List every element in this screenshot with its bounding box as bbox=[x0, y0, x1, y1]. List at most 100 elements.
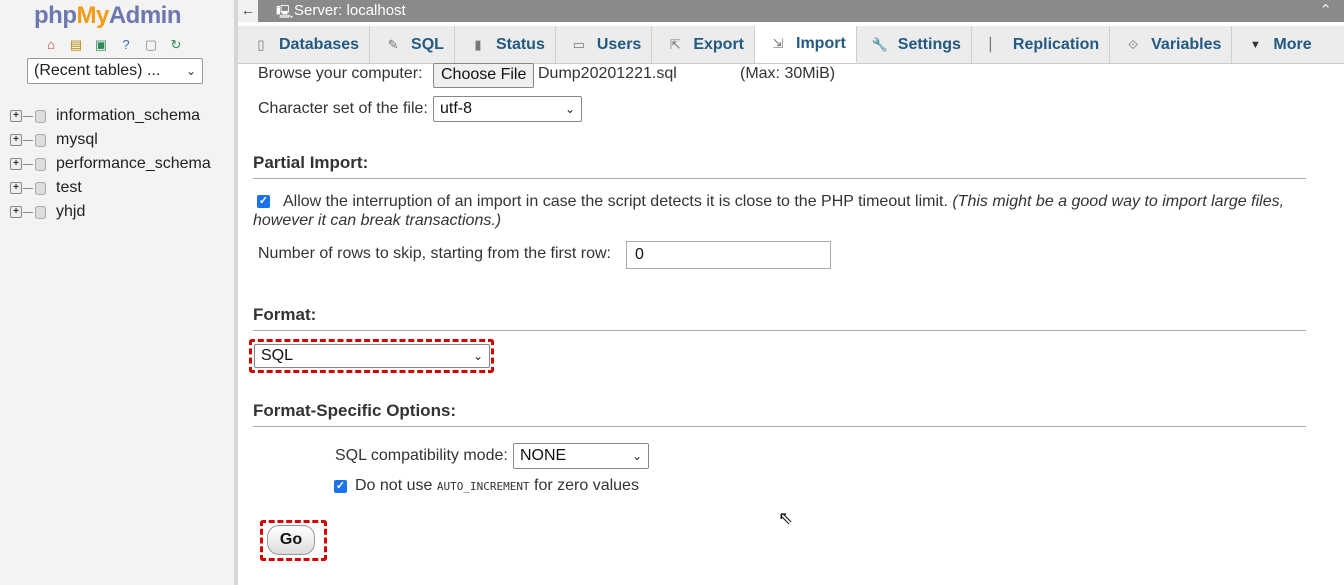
database-tree: + information_schema + mysql + performan… bbox=[10, 104, 211, 224]
format-value: SQL bbox=[261, 347, 294, 364]
database-name[interactable]: information_schema bbox=[56, 107, 200, 125]
tab-label: Export bbox=[693, 35, 744, 53]
variables-icon: ⟐ bbox=[1128, 36, 1139, 52]
database-name[interactable]: performance_schema bbox=[56, 155, 211, 173]
logo-php: php bbox=[34, 2, 77, 29]
import-icon: ⇲ bbox=[772, 36, 784, 51]
tab-settings[interactable]: 🔧 Settings bbox=[857, 26, 972, 63]
charset-value: utf-8 bbox=[440, 100, 473, 117]
go-button[interactable]: Go bbox=[267, 525, 315, 555]
replication-icon: ▏ bbox=[989, 36, 1000, 52]
users-icon: ▭ bbox=[572, 36, 585, 52]
allow-interrupt-text: Allow the interruption of an import in c… bbox=[283, 193, 948, 210]
tab-variables[interactable]: ⟐ Variables bbox=[1110, 26, 1233, 63]
max-upload-size: (Max: 30MiB) bbox=[740, 65, 836, 82]
wrench-icon: 🔧 bbox=[871, 36, 888, 52]
database-item[interactable]: + performance_schema bbox=[10, 152, 211, 176]
docs-icon[interactable]: ▢ bbox=[143, 37, 159, 53]
tab-more[interactable]: ▼ More bbox=[1232, 26, 1321, 63]
tab-label: Import bbox=[796, 35, 846, 52]
exit-icon[interactable]: ▤ bbox=[68, 37, 84, 53]
database-item[interactable]: + information_schema bbox=[10, 104, 211, 128]
logo-admin: Admin bbox=[108, 2, 182, 29]
sql-query-icon[interactable]: ▣ bbox=[93, 37, 109, 53]
allow-interrupt-hint: (This might be a good way to import larg… bbox=[952, 193, 1285, 210]
nav-icon-bar: ⌂ ▤ ▣ ? ▢ ↻ bbox=[43, 37, 184, 53]
tab-users[interactable]: ▭ Users bbox=[556, 26, 653, 63]
tab-label: Databases bbox=[279, 35, 360, 53]
expand-icon[interactable]: + bbox=[10, 110, 22, 122]
database-name[interactable]: yhjd bbox=[56, 203, 85, 221]
skip-rows-label: Number of rows to skip, starting from th… bbox=[258, 245, 611, 262]
database-item[interactable]: + test bbox=[10, 176, 211, 200]
logo-my: My bbox=[76, 2, 109, 29]
expand-icon[interactable]: + bbox=[10, 134, 22, 146]
status-icon: ▮ bbox=[474, 36, 482, 52]
format-options-heading: Format-Specific Options: bbox=[253, 401, 1306, 427]
database-icon bbox=[35, 205, 46, 219]
database-name[interactable]: test bbox=[56, 179, 82, 197]
tree-connector bbox=[23, 163, 33, 165]
database-icon bbox=[35, 109, 46, 123]
server-title[interactable]: Server: localhost bbox=[294, 2, 406, 19]
server-icon: 🖳 bbox=[276, 4, 294, 19]
navigation-panel: phpMyAdmin ⌂ ▤ ▣ ? ▢ ↻ (Recent tables) .… bbox=[0, 0, 235, 585]
tab-sql[interactable]: ✎ SQL bbox=[370, 26, 455, 63]
auto-increment-code: AUTO_INCREMENT bbox=[436, 480, 530, 493]
allow-interrupt-checkbox[interactable]: ✓ bbox=[257, 195, 270, 208]
allow-interrupt-label[interactable]: Allow the interruption of an import in c… bbox=[283, 192, 1313, 211]
phpmyadmin-logo[interactable]: phpMyAdmin bbox=[34, 2, 182, 30]
tab-label: Status bbox=[495, 35, 545, 53]
allow-interrupt-hint-line2: however it can break transactions.) bbox=[253, 211, 501, 230]
database-item[interactable]: + mysql bbox=[10, 128, 211, 152]
sql-compat-value: NONE bbox=[520, 447, 567, 464]
tab-replication[interactable]: ▏ Replication bbox=[972, 26, 1111, 63]
tab-import[interactable]: ⇲ Import bbox=[755, 26, 857, 63]
database-item[interactable]: + yhjd bbox=[10, 200, 211, 224]
expand-icon[interactable]: + bbox=[10, 182, 22, 194]
allow-interrupt-hint-continued: however it can break transactions.) bbox=[253, 212, 502, 229]
tab-databases[interactable]: ▯ Databases bbox=[238, 26, 371, 63]
tree-connector bbox=[23, 187, 33, 189]
export-icon: ⇱ bbox=[669, 36, 681, 52]
no-auto-increment-prefix: Do not use bbox=[355, 477, 433, 494]
sql-icon: ✎ bbox=[387, 36, 399, 52]
database-name[interactable]: mysql bbox=[56, 131, 98, 149]
no-auto-increment-checkbox[interactable]: ✓ bbox=[334, 480, 347, 493]
chevron-down-icon: ⌄ bbox=[564, 102, 575, 116]
sql-compat-label: SQL compatibility mode: bbox=[335, 447, 508, 464]
charset-select[interactable]: utf-8 ⌄ bbox=[433, 96, 582, 122]
format-select[interactable]: SQL ⌄ bbox=[254, 344, 490, 368]
server-breadcrumb-bar: ← 🖳 Server: localhost ⌃ bbox=[238, 0, 1344, 22]
home-icon[interactable]: ⌂ bbox=[43, 37, 59, 53]
no-auto-increment-label[interactable]: Do not use AUTO_INCREMENT for zero value… bbox=[355, 477, 639, 495]
database-icon: ▯ bbox=[257, 36, 265, 52]
database-icon bbox=[35, 157, 46, 171]
tab-label: More bbox=[1273, 35, 1312, 53]
tree-connector bbox=[23, 115, 33, 117]
recent-tables-select[interactable]: (Recent tables) ... ⌄ bbox=[27, 58, 203, 84]
database-icon bbox=[35, 133, 46, 147]
charset-label: Character set of the file: bbox=[258, 100, 428, 117]
expand-icon[interactable]: + bbox=[10, 206, 22, 218]
tab-export[interactable]: ⇱ Export bbox=[652, 26, 755, 63]
tab-label: Settings bbox=[897, 35, 961, 53]
no-auto-increment-suffix: for zero values bbox=[534, 477, 639, 494]
skip-rows-input[interactable]: 0 bbox=[626, 241, 831, 269]
chevron-down-icon: ⌄ bbox=[472, 349, 483, 363]
back-arrow-icon[interactable]: ← bbox=[238, 0, 258, 22]
tab-label: Replication bbox=[1012, 35, 1100, 53]
chevron-down-icon: ⌄ bbox=[631, 449, 642, 463]
recent-tables-value: (Recent tables) ... bbox=[34, 62, 161, 79]
reload-icon[interactable]: ↻ bbox=[168, 37, 184, 53]
collapse-icon[interactable]: ⌃ bbox=[1319, 1, 1332, 19]
sql-compat-select[interactable]: NONE ⌄ bbox=[513, 443, 649, 469]
help-icon[interactable]: ? bbox=[118, 37, 134, 53]
expand-icon[interactable]: + bbox=[10, 158, 22, 170]
main-tabs: ▯ Databases ✎ SQL ▮ Status ▭ Users ⇱ Export ⇲… bbox=[238, 26, 1344, 64]
tab-label: SQL bbox=[411, 35, 444, 53]
tree-connector bbox=[23, 139, 33, 141]
chevron-down-icon: ⌄ bbox=[185, 64, 196, 78]
choose-file-button[interactable]: Choose File bbox=[433, 63, 535, 88]
tab-status[interactable]: ▮ Status bbox=[455, 26, 556, 63]
